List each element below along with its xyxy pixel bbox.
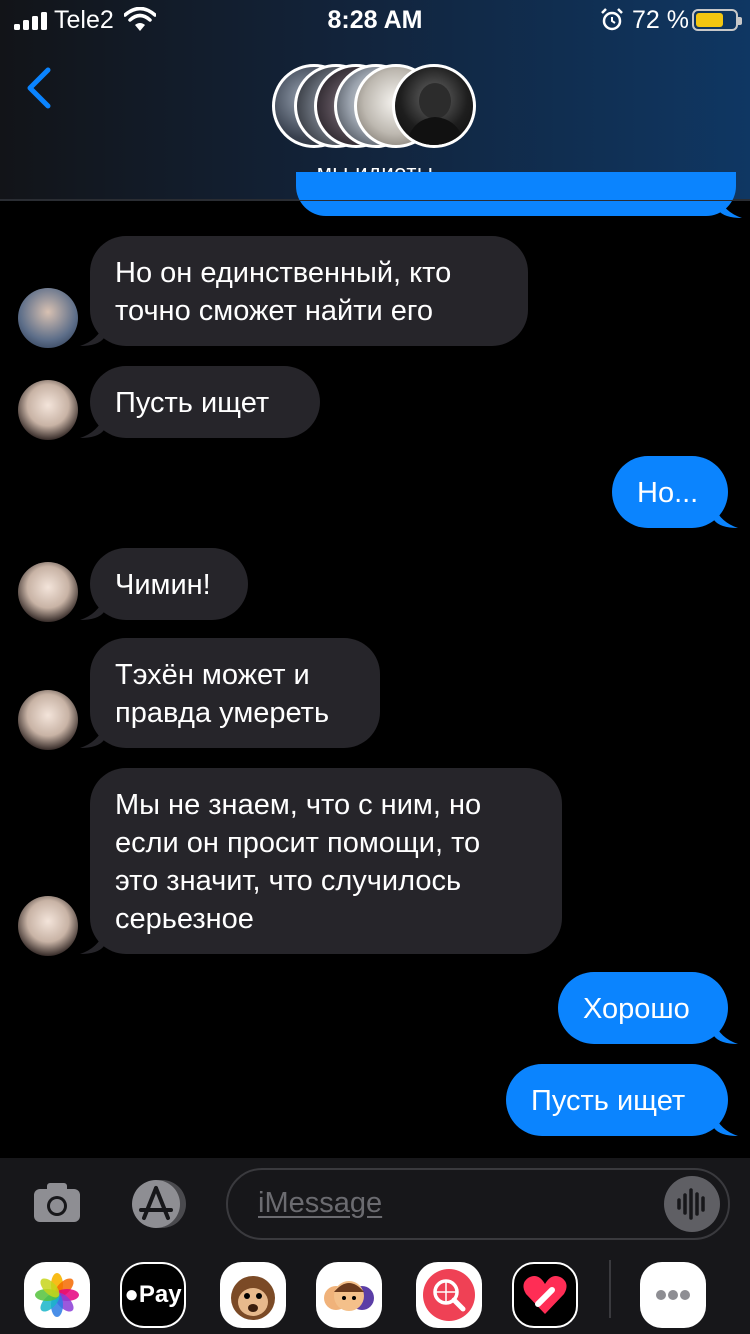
conversation-header: Tele2 8:28 AM 72 % [0, 0, 750, 200]
message-bubble-incoming: Пусть ищет [80, 366, 320, 438]
group-avatar-6 [392, 64, 476, 148]
bubble-tail [80, 726, 104, 748]
back-chevron-icon[interactable] [22, 66, 56, 110]
bubble-tail [714, 1114, 738, 1136]
message-bubble-outgoing: Но... [612, 456, 738, 528]
app-store-icon[interactable] [126, 1178, 190, 1230]
message-bubble-outgoing: Хорошо [558, 972, 738, 1044]
bubble-tail [80, 416, 104, 438]
bubble-tail [80, 598, 104, 620]
web-search-app-icon[interactable] [416, 1262, 482, 1328]
battery-level [696, 13, 723, 27]
message-text: Но он единственный, кто [115, 257, 452, 289]
bubble-tail [80, 932, 104, 954]
message-composer: iMessage [0, 1158, 750, 1252]
waveform-icon [677, 1188, 705, 1220]
imessage-placeholder: iMessage [258, 1187, 383, 1219]
avatar-member-2[interactable] [18, 690, 78, 750]
avatar-member-2[interactable] [18, 562, 78, 622]
apple-pay-app-icon[interactable]: ●Pay [120, 1262, 186, 1328]
more-apps-icon[interactable] [640, 1262, 706, 1328]
message-text: если он просит помощи, то [115, 827, 481, 859]
photos-app-icon[interactable] [24, 1262, 90, 1328]
animoji-app-icon[interactable] [220, 1262, 286, 1328]
avatar-member-2[interactable] [18, 380, 78, 440]
message-text: Хорошо [583, 993, 690, 1025]
message-bubble-outgoing: Пусть ищет [506, 1064, 738, 1136]
header-divider [0, 200, 750, 201]
message-bubble-incoming: Чимин! [80, 548, 248, 620]
camera-icon[interactable] [32, 1180, 82, 1224]
message-bubble-incoming: Но он единственный, кто точно сможет най… [80, 236, 528, 346]
message-text: это значит, что случилось [115, 865, 462, 897]
apple-pay-label: Pay [138, 1281, 182, 1308]
message-text: точно сможет найти его [115, 295, 433, 327]
memoji-app-icon[interactable] [316, 1262, 382, 1328]
imessage-input[interactable]: iMessage [226, 1168, 730, 1240]
app-drawer-divider [609, 1260, 611, 1318]
message-text: Тэхён может и [115, 659, 310, 691]
battery-percentage: 72 % [632, 6, 689, 34]
app-drawer: ●Pay [0, 1252, 750, 1334]
bubble-tail [714, 1022, 738, 1044]
message-text: Но... [637, 477, 699, 509]
audio-message-button[interactable] [664, 1176, 720, 1232]
digital-touch-app-icon[interactable] [512, 1262, 578, 1328]
previous-message-bubble [296, 172, 736, 216]
message-bubble-incoming: Тэхён может и правда умереть [80, 638, 380, 748]
message-text: Пусть ищет [531, 1085, 686, 1117]
message-text: Чимин! [115, 569, 211, 601]
message-bubble-incoming: Мы не знаем, что с ним, но если он проси… [80, 768, 562, 954]
alarm-icon [601, 8, 623, 31]
bubble-tail [714, 506, 738, 528]
message-text: Мы не знаем, что с ним, но [115, 789, 482, 821]
avatar-member-1[interactable] [18, 288, 78, 348]
bubble-tail [80, 324, 104, 346]
battery-icon [692, 9, 742, 31]
message-text: серьезное [115, 903, 254, 935]
message-text: Пусть ищет [115, 387, 270, 419]
apple-logo-icon: ● [124, 1281, 139, 1308]
group-avatar-stack[interactable] [272, 64, 478, 150]
message-text: правда умереть [115, 697, 330, 729]
status-bar: Tele2 8:28 AM 72 % [0, 0, 750, 40]
avatar-member-2[interactable] [18, 896, 78, 956]
